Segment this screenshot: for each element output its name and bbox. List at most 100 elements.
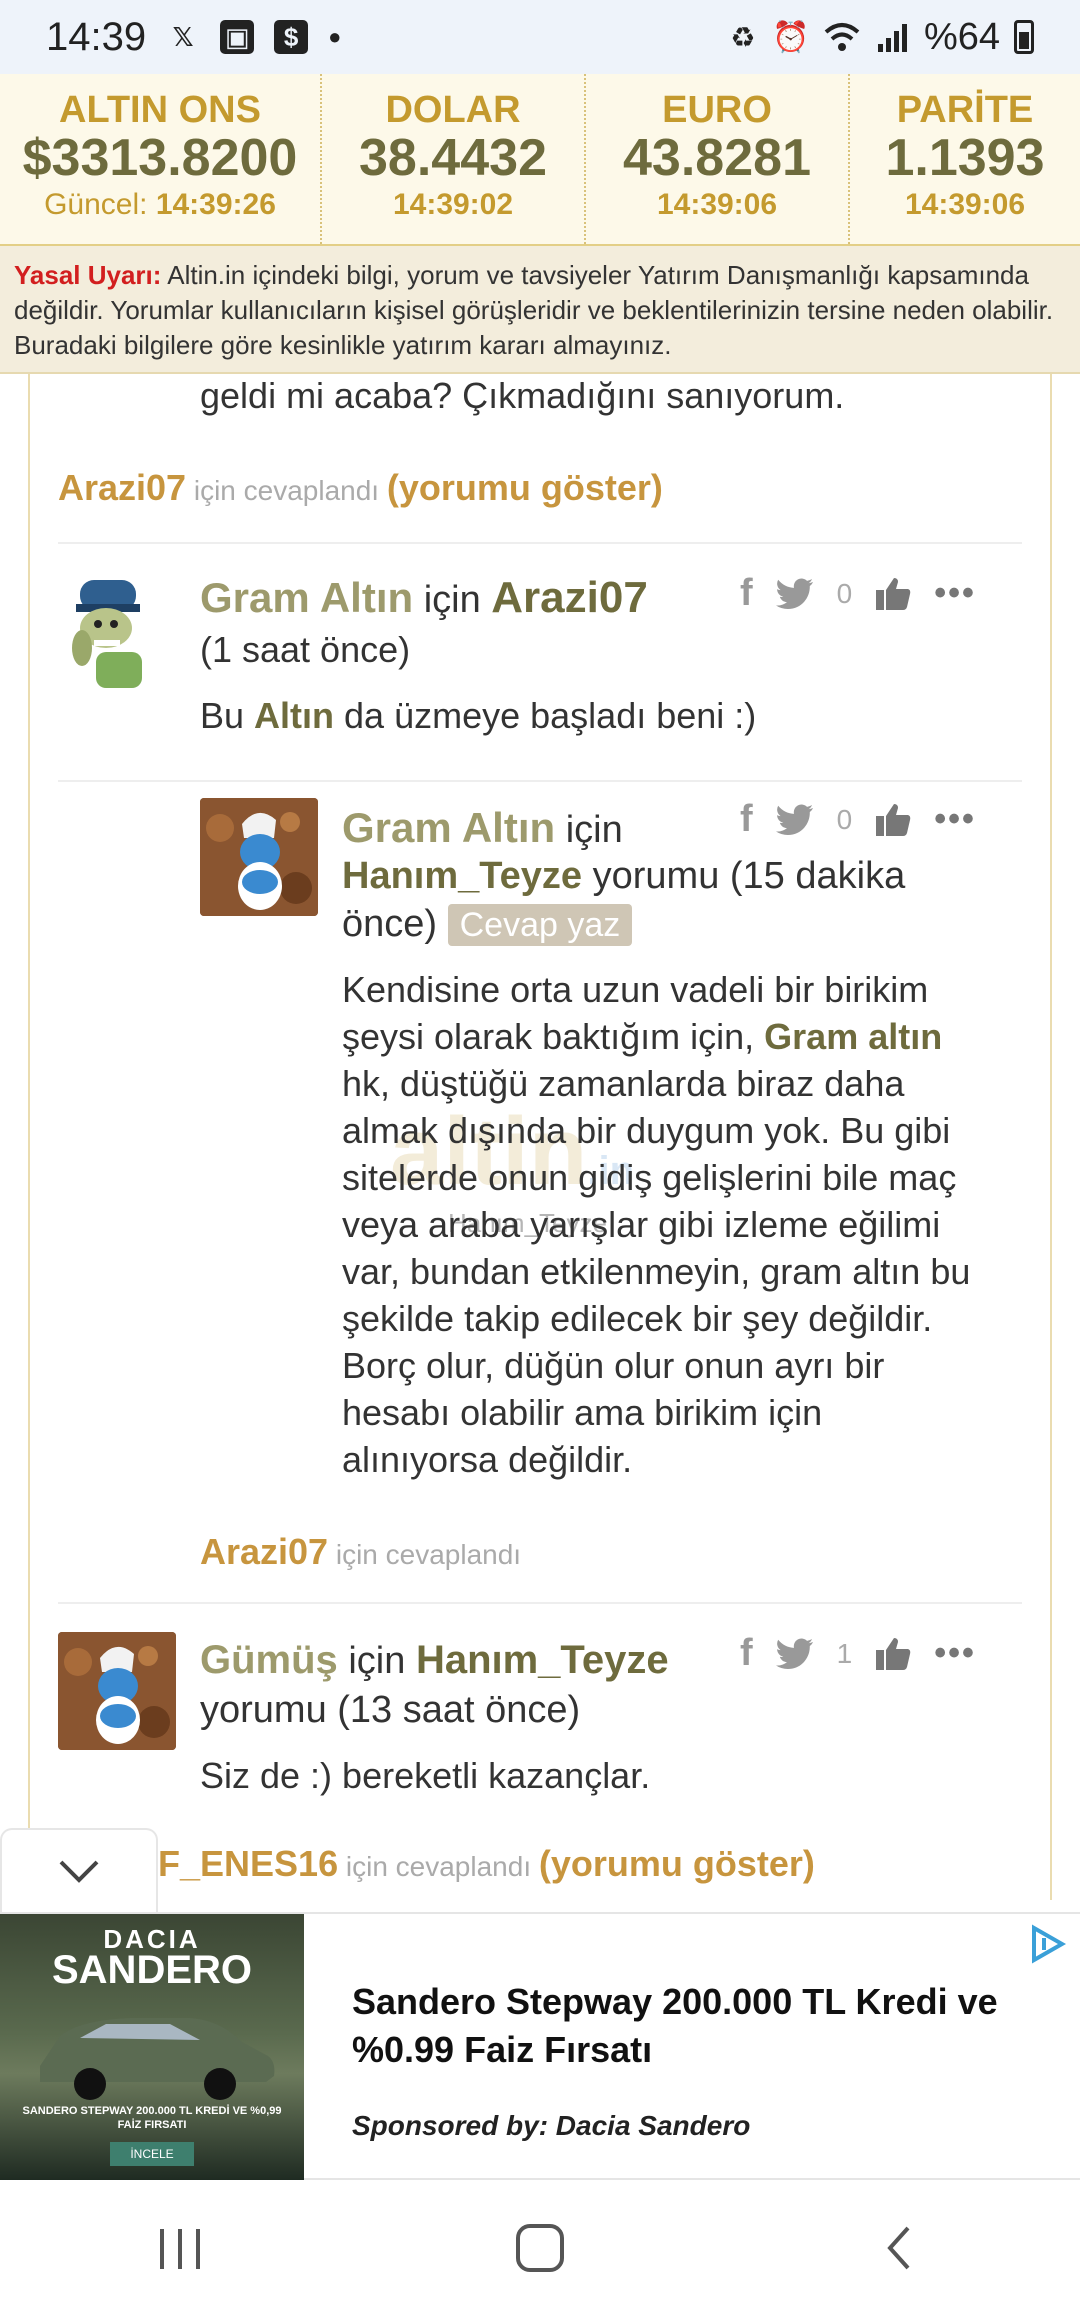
comment-body-line: veya araba yarışlar gibi izleme eğilimi — [342, 1204, 941, 1245]
comment-body-line: şekilde takip edilecek bir şey değildir. — [342, 1298, 933, 1339]
comment-body-pre: Bu — [200, 695, 255, 736]
ticker-value: 43.8281 — [623, 129, 811, 187]
price-ticker: ALTIN ONS $3313.8200 Güncel: 14:39:26 DO… — [0, 74, 1080, 246]
comment-header: Gram Altın için — [342, 802, 623, 856]
like-count: 1 — [836, 1637, 853, 1669]
comment-target-link[interactable]: Hanım_Teyze — [342, 855, 582, 897]
twitter-share-icon[interactable] — [775, 1637, 815, 1671]
comment-category-link[interactable]: Gümüş — [200, 1638, 338, 1682]
facebook-share-icon[interactable]: f — [740, 1632, 753, 1675]
comment-body-line: sitelerde onun gidiş gelişlerini bile ma… — [342, 1157, 957, 1198]
ad-image-cta-button[interactable]: İNCELE — [110, 2142, 194, 2166]
reply-info: F_ENES16 için cevaplandı (yorumu göster) — [158, 1840, 815, 1891]
ticker-label: DOLAR — [385, 89, 521, 131]
ticker-time: 14:39:02 — [392, 188, 514, 221]
back-icon[interactable] — [870, 2218, 930, 2278]
comment-body-pre: şeysi olarak baktığım için, — [342, 1016, 765, 1057]
reply-button[interactable]: Cevap yaz — [447, 904, 633, 946]
comment-actions: f 0 ••• — [740, 798, 976, 841]
divider — [58, 542, 1022, 544]
show-comment-link[interactable]: (yorumu göster) — [539, 1843, 815, 1884]
ticker-label: EURO — [662, 89, 772, 131]
comment-body-post: da üzmeye başladı beni :) — [334, 695, 757, 736]
comment-header-line2: Hanım_Teyze yorumu (15 dakika — [342, 852, 905, 900]
comment-body-line: alınıyorsa değildir. — [342, 1439, 633, 1480]
comment-time: yorumu (13 saat önce) — [200, 1689, 581, 1731]
ticker-time-prefix: Güncel: — [44, 188, 156, 221]
recent-apps-icon[interactable] — [150, 2223, 210, 2273]
wifi-icon — [824, 23, 860, 51]
ad-image-caption: SANDERO STEPWAY 200.000 TL KREDİ VE %0,9… — [22, 2105, 282, 2131]
comments-section: geldi mi acaba? Çıkmadığını sanıyorum. A… — [28, 374, 1052, 1900]
reply-user-link[interactable]: Arazi07 — [200, 1531, 328, 1572]
comment-target-link[interactable]: Arazi07 — [491, 573, 648, 622]
comment-body: Bu Altın da üzmeye başladı beni :) — [200, 692, 756, 740]
comment-for-word: için — [337, 1640, 416, 1682]
thumbs-up-icon[interactable] — [874, 1636, 912, 1672]
facebook-share-icon[interactable]: f — [740, 798, 753, 841]
car-icon — [40, 2018, 275, 2100]
smurf-avatar-icon — [58, 1632, 176, 1750]
warning-text: Altin.in içindeki bilgi, yorum ve tavsiy… — [14, 260, 1054, 360]
ticker-gold-ounce[interactable]: ALTIN ONS $3313.8200 Güncel: 14:39:26 — [0, 74, 322, 244]
comment-body-link[interactable]: Gram altın — [764, 1016, 942, 1057]
divider — [58, 1602, 1022, 1604]
ticker-parity[interactable]: PARİTE 1.1393 14:39:06 — [850, 74, 1080, 244]
ticker-time: 14:39:06 — [656, 188, 778, 221]
screen: 14:39 𝕏 ▣ $ ● ♻ ⏰ %64 ALTIN ONS $3313.82… — [0, 0, 1080, 2316]
dollar-app-icon: $ — [274, 20, 309, 54]
comment-body-line: var, bundan etkilenmeyin, gram altın bu — [342, 1251, 971, 1292]
comment-body-link[interactable]: Altın — [254, 695, 334, 736]
ticker-value: $3313.8200 — [22, 129, 298, 187]
more-options-icon[interactable]: ••• — [934, 574, 976, 613]
ticker-euro[interactable]: EURO 43.8281 14:39:06 — [586, 74, 850, 244]
comment-actions: f 0 ••• — [740, 572, 976, 615]
comment-category-link[interactable]: Gram Altın — [342, 804, 555, 851]
comment-for-word: için — [413, 579, 492, 621]
avatar[interactable] — [58, 570, 172, 688]
reply-suffix: için cevaplandı — [186, 475, 387, 506]
collapse-ad-button[interactable] — [0, 1828, 158, 1912]
ticker-label: ALTIN ONS — [59, 89, 261, 131]
show-comment-link[interactable]: (yorumu göster) — [387, 467, 663, 508]
ticker-label: PARİTE — [896, 89, 1034, 131]
thumbs-up-icon[interactable] — [874, 802, 912, 838]
reply-user-link[interactable]: F_ENES16 — [158, 1843, 338, 1884]
status-bar: 14:39 𝕏 ▣ $ ● ♻ ⏰ %64 — [0, 0, 1080, 74]
comment-body-line: Borç olur, düğün olur onun ayrı bir — [342, 1345, 885, 1386]
comment-meta: yorumu (15 dakika — [582, 855, 906, 897]
thumbs-up-icon[interactable] — [874, 576, 912, 612]
avatar[interactable] — [200, 798, 318, 916]
signal-icon — [877, 24, 907, 52]
ad-image[interactable]: DACIA SANDERO SANDERO STEPWAY 200.000 TL… — [0, 1914, 304, 2180]
facebook-share-icon[interactable]: f — [740, 572, 753, 615]
reply-user-link[interactable]: Arazi07 — [58, 467, 186, 508]
smurf-avatar-icon — [200, 798, 318, 916]
ticker-time-value: 14:39:26 — [155, 188, 276, 221]
reply-info: Arazi07 için cevaplandı (yorumu göster) — [58, 464, 663, 515]
comment-body-line: şeysi olarak baktığım için, Gram altın — [342, 1013, 1042, 1060]
dot-icon: ● — [328, 24, 342, 49]
reply-suffix: için cevaplandı — [338, 1851, 539, 1882]
comment-target-link[interactable]: Hanım_Teyze — [416, 1638, 669, 1682]
twitter-share-icon[interactable] — [775, 803, 815, 837]
twitter-share-icon[interactable] — [775, 577, 815, 611]
home-icon[interactable] — [510, 2218, 570, 2278]
goblin-avatar-icon — [72, 580, 142, 688]
ad-sponsor: Sponsored by: Dacia Sandero — [352, 2110, 751, 2141]
warning-label: Yasal Uyarı: — [14, 260, 162, 290]
avatar[interactable] — [58, 1632, 176, 1750]
adchoices-icon[interactable] — [1026, 1924, 1070, 1969]
ad-brand-model: SANDERO — [51, 1948, 253, 1992]
alarm-icon: ⏰ — [772, 20, 810, 54]
comment-body-partial: geldi mi acaba? Çıkmadığını sanıyorum. — [200, 375, 845, 416]
more-options-icon[interactable]: ••• — [934, 800, 976, 839]
comment-body-line: hk, düştüğü zamanlarda biraz daha — [342, 1063, 905, 1104]
ticker-dollar[interactable]: DOLAR 38.4432 14:39:02 — [322, 74, 586, 244]
comment-category-link[interactable]: Gram Altın — [200, 574, 413, 621]
ad-banner[interactable]: DACIA SANDERO SANDERO STEPWAY 200.000 TL… — [0, 1912, 1080, 2180]
comment-meta-line2: önce) — [342, 903, 438, 945]
more-options-icon[interactable]: ••• — [934, 1634, 976, 1673]
ad-title[interactable]: Sandero Stepway 200.000 TL Kredi ve %0.9… — [352, 1978, 1042, 2074]
comment-header-line3: önce) Cevap yaz — [342, 900, 633, 948]
